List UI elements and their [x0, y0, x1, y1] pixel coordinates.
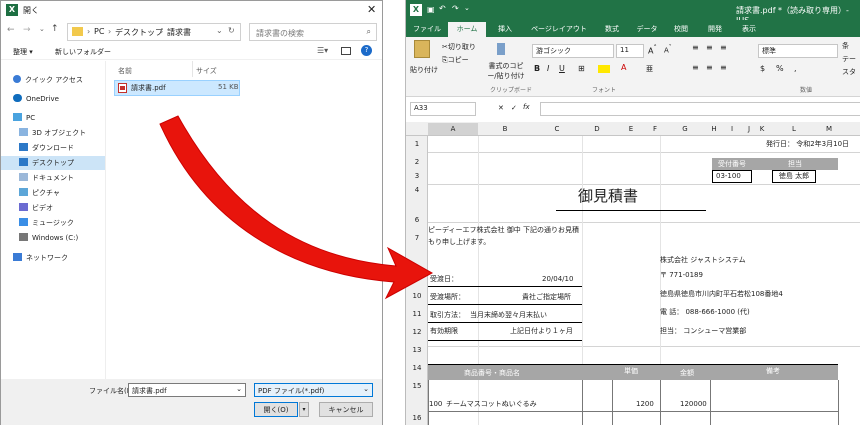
red-arrow-icon	[159, 115, 434, 300]
